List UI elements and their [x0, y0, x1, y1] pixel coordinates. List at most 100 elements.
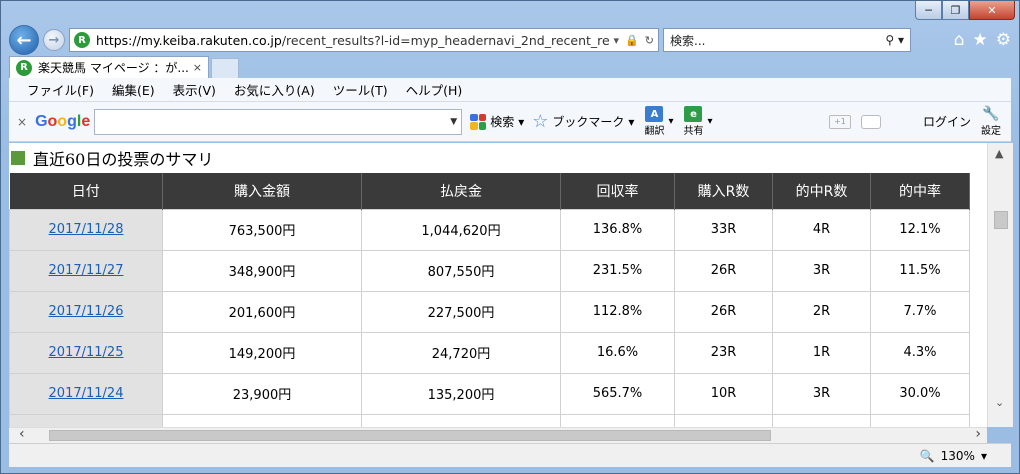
col-purchase: 購入金額 — [162, 173, 362, 209]
cell-purchase: 149,200円 — [162, 331, 362, 374]
top-right-icons: ⌂ ★ ⚙ — [954, 30, 1011, 50]
cell-purchase: 23,900円 — [162, 372, 362, 415]
translate-button[interactable]: A 翻訳 — [644, 106, 664, 137]
tab-active[interactable]: R 楽天競馬 マイページ ：が... × — [9, 56, 209, 78]
zoom-level[interactable]: 130% — [941, 449, 975, 463]
forward-button[interactable]: → — [43, 29, 65, 51]
cell-payout: 135,200円 — [361, 372, 561, 415]
section-marker-icon — [11, 151, 25, 165]
cell-hit-rate: 11.5% — [870, 249, 970, 292]
scroll-up-icon[interactable]: ▲ — [995, 147, 1003, 160]
col-races-hit: 的中R数 — [772, 173, 871, 209]
cell-hit-rate: 30.0% — [870, 372, 970, 415]
google-logo: Google — [35, 112, 91, 130]
plus-one-button[interactable]: +1 — [828, 114, 851, 129]
cell-hit-rate: 4.3% — [870, 331, 970, 374]
bookmark-button[interactable]: ☆ ブックマーク ▾ — [532, 111, 634, 132]
menu-edit[interactable]: 編集(E) — [112, 80, 155, 99]
horizontal-scrollbar[interactable]: ‹ › — [9, 426, 987, 443]
google-search-icon — [470, 113, 487, 130]
chevron-down-icon: ▾ — [628, 114, 635, 129]
forward-arrow-icon: → — [48, 32, 60, 48]
lock-icon[interactable]: 🔒 — [625, 34, 639, 47]
google-search-button[interactable]: 検索 ▾ — [470, 113, 524, 130]
translate-icon: A — [645, 106, 664, 122]
vertical-scrollbar[interactable]: ▲ ⌄ — [987, 143, 1013, 427]
date-link[interactable]: 2017/11/24 — [49, 386, 124, 401]
google-search-label: 検索 — [490, 115, 515, 129]
menu-bar: ファイル(F) 編集(E) 表示(V) お気に入り(A) ツール(T) ヘルプ(… — [9, 78, 1011, 102]
google-search-input[interactable]: ▼ — [94, 108, 463, 135]
back-button[interactable]: ← — [9, 25, 39, 55]
menu-file[interactable]: ファイル(F) — [27, 80, 94, 99]
vertical-scroll-thumb[interactable] — [994, 211, 1008, 229]
cell-races-hit: 2R — [772, 290, 871, 333]
new-tab-button[interactable] — [211, 58, 239, 78]
status-bar: 🔍 130% ▾ — [9, 443, 1011, 467]
google-toolbar: × Google ▼ 検索 ▾ ☆ ブックマーク ▾ A 翻訳 ▾ e 共有 ▾… — [9, 102, 1011, 142]
home-icon[interactable]: ⌂ — [954, 30, 965, 50]
table-row: 2017/11/28 763,500円 1,044,620円 136.8% 33… — [9, 208, 970, 251]
cell-hit-rate: 12.1% — [870, 208, 970, 251]
address-bar[interactable]: R https://my.keiba.rakuten.co.jp/recent_… — [69, 28, 659, 52]
table-row: 2017/11/24 23,900円 135,200円 565.7% 10R 3… — [9, 372, 970, 415]
horizontal-scroll-thumb[interactable] — [49, 430, 771, 441]
wrench-icon: 🔧 — [982, 106, 1000, 122]
col-races-bought: 購入R数 — [674, 173, 773, 209]
url-text[interactable]: https://my.keiba.rakuten.co.jp/recent_re… — [96, 33, 610, 48]
chevron-down-icon[interactable]: ▾ — [668, 116, 673, 127]
date-link[interactable]: 2017/11/25 — [49, 345, 124, 360]
settings-button[interactable]: 🔧 設定 — [981, 106, 1001, 137]
minimize-button[interactable]: ─ — [915, 1, 942, 20]
settings-label: 設定 — [981, 126, 1001, 137]
scroll-right-icon[interactable]: › — [975, 426, 981, 442]
menu-favorites[interactable]: お気に入り(A) — [234, 80, 315, 99]
scroll-left-icon[interactable]: ‹ — [19, 426, 25, 442]
translate-label: 翻訳 — [644, 126, 665, 137]
toggle-switch[interactable] — [860, 114, 881, 129]
back-arrow-icon: ← — [16, 29, 32, 51]
menu-help[interactable]: ヘルプ(H) — [406, 80, 463, 99]
chevron-down-icon[interactable]: ▾ — [707, 116, 712, 127]
cell-hit-rate: 7.7% — [870, 290, 970, 333]
date-link[interactable]: 2017/11/28 — [49, 222, 124, 237]
date-link[interactable]: 2017/11/27 — [49, 263, 124, 278]
browser-window: ─ ❐ ✕ ← → R https://my.keiba.rakuten.co.… — [0, 0, 1020, 474]
cell-payout: 1,044,620円 — [361, 208, 561, 251]
restore-button[interactable]: ❐ — [942, 1, 969, 20]
favorites-star-icon[interactable]: ★ — [973, 30, 988, 50]
table-row: 2017/11/27 348,900円 807,550円 231.5% 26R … — [9, 249, 970, 292]
section-header: 直近60日の投票のサマリ — [9, 143, 987, 173]
address-row: ← → R https://my.keiba.rakuten.co.jp/rec… — [9, 23, 1011, 57]
search-magnifier-icon[interactable]: ⚲ ▾ — [885, 33, 904, 47]
cell-payout: 807,550円 — [361, 249, 561, 292]
zoom-dropdown-icon[interactable]: ▾ — [981, 449, 987, 463]
cell-return-rate: 136.8% — [560, 208, 675, 251]
date-link[interactable]: 2017/11/26 — [49, 304, 124, 319]
tab-close-icon[interactable]: × — [193, 61, 202, 74]
share-button[interactable]: e 共有 — [683, 106, 703, 137]
cell-purchase: 763,500円 — [162, 208, 362, 251]
menu-view[interactable]: 表示(V) — [173, 80, 216, 99]
refresh-icon[interactable]: ↻ — [645, 34, 654, 47]
scroll-down-icon[interactable]: ⌄ — [995, 396, 1004, 409]
login-link[interactable]: ログイン — [923, 113, 971, 130]
menu-tools[interactable]: ツール(T) — [333, 80, 388, 99]
url-host: https://my.keiba.rakuten.co.jp — [96, 32, 282, 48]
site-favicon-icon: R — [74, 32, 90, 48]
cell-races-hit: 4R — [772, 208, 871, 251]
table-row: 2017/11/26 201,600円 227,500円 112.8% 26R … — [9, 290, 970, 333]
tab-title: 楽天競馬 マイページ ：が... — [38, 61, 189, 75]
gear-icon[interactable]: ⚙ — [996, 30, 1011, 50]
chevron-down-icon: ▾ — [518, 114, 525, 129]
cell-payout: 24,720円 — [361, 331, 561, 374]
zoom-magnifier-icon[interactable]: 🔍 — [920, 449, 935, 463]
url-path: /recent_results?l-id=myp_headernavi_2nd_… — [281, 32, 610, 48]
search-box[interactable]: 検索... ⚲ ▾ — [663, 28, 911, 52]
close-window-button[interactable]: ✕ — [969, 1, 1015, 20]
toolbar-close-icon[interactable]: × — [17, 115, 27, 129]
cell-return-rate: 112.8% — [560, 290, 675, 333]
col-payout: 払戻金 — [361, 173, 561, 209]
dropdown-triangle-icon[interactable]: ▼ — [450, 117, 457, 127]
dropdown-arrow-icon[interactable]: ▾ — [614, 34, 620, 47]
